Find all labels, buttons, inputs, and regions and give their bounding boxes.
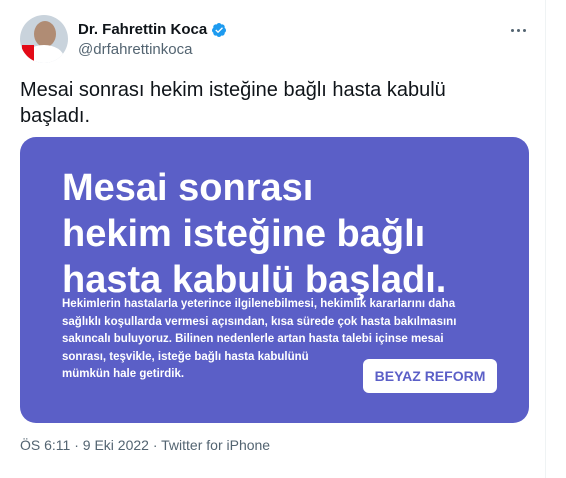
meta-separator: ·: [152, 437, 158, 453]
author-name-row[interactable]: Dr. Fahrettin Koca: [78, 21, 227, 38]
author-handle[interactable]: @drfahrettinkoca: [78, 41, 192, 58]
avatar[interactable]: [20, 15, 68, 63]
tweet-media-image[interactable]: Mesai sonrası hekim isteğine bağlı hasta…: [20, 137, 529, 423]
tweet-date[interactable]: 9 Eki 2022: [83, 437, 149, 453]
tweet-source[interactable]: Twitter for iPhone: [161, 437, 270, 453]
tweet-text: Mesai sonrası hekim isteğine bağlı hasta…: [20, 79, 446, 127]
verified-badge-icon: [212, 22, 227, 37]
tweet-header: Dr. Fahrettin Koca @drfahrettinkoca: [20, 12, 530, 64]
media-body-line: Hekimlerin hastalarla yeterince ilgilene…: [62, 298, 456, 310]
media-title-line: hekim isteğine bağlı: [62, 213, 426, 255]
tweet-meta: ÖS 6:11 · 9 Eki 2022 · Twitter for iPhon…: [20, 437, 270, 453]
author-display-name[interactable]: Dr. Fahrettin Koca: [78, 21, 207, 38]
media-title-line: Mesai sonrası: [62, 167, 314, 209]
meta-separator: ·: [74, 437, 79, 453]
more-options-icon[interactable]: [506, 20, 530, 40]
media-body-line: sağlıklı koşullarda vermesi açısından, k…: [62, 315, 457, 328]
media-body-line: sakıncalı buluyoruz. Bilinen nedenlerle …: [62, 333, 444, 346]
beyaz-reform-badge: BEYAZ REFORM: [363, 359, 497, 393]
media-title: Mesai sonrası hekim isteğine bağlı hasta…: [62, 165, 502, 303]
tweet-card: Dr. Fahrettin Koca @drfahrettinkoca Mesa…: [0, 0, 546, 478]
tweet-time[interactable]: ÖS 6:11: [20, 437, 70, 453]
